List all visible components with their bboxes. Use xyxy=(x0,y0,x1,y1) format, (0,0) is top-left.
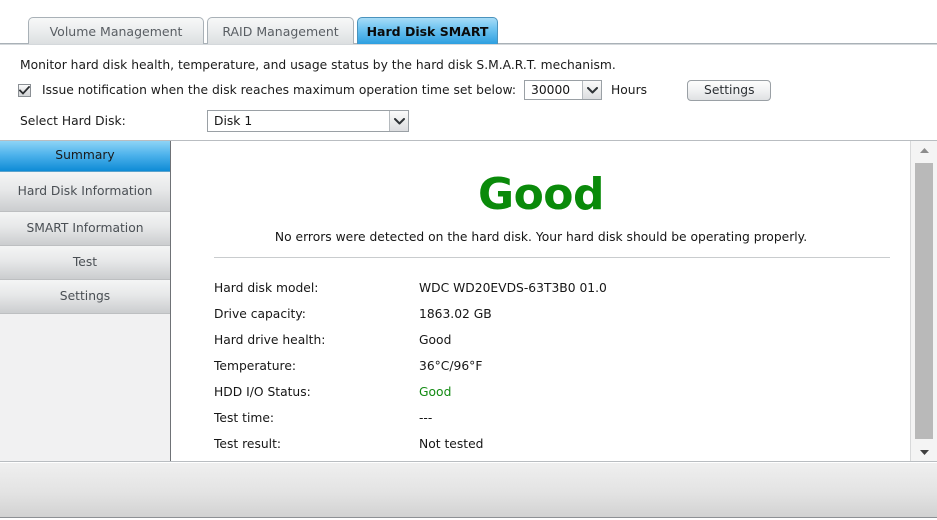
chevron-down-icon[interactable] xyxy=(389,111,408,131)
select-hard-disk-dropdown[interactable]: Disk 1 xyxy=(207,110,409,132)
max-operation-hours-select[interactable]: 30000 xyxy=(524,80,603,100)
table-row: Test result: Not tested xyxy=(214,431,607,457)
tab-label: Volume Management xyxy=(49,23,183,39)
tab-label: RAID Management xyxy=(222,23,339,39)
row-value: 36°C/96°F xyxy=(419,359,483,373)
sidebar-item-label: Hard Disk Information xyxy=(17,183,153,198)
table-row: Hard disk model: WDC WD20EVDS-63T3B0 01.… xyxy=(214,275,607,301)
scrollbar-track[interactable] xyxy=(911,159,937,443)
sidebar: Summary Hard Disk Information SMART Info… xyxy=(0,141,171,461)
chevron-down-icon[interactable] xyxy=(582,81,602,99)
table-row: Hard drive health: Good xyxy=(214,327,607,353)
sidebar-item-label: Summary xyxy=(55,148,115,163)
table-row: HDD I/O Status: Good xyxy=(214,379,607,405)
sidebar-item-test[interactable]: Test xyxy=(0,246,170,280)
footer-bar xyxy=(0,463,937,518)
triangle-up-icon xyxy=(919,143,930,157)
select-hard-disk-label: Select Hard Disk: xyxy=(20,114,126,128)
settings-button[interactable]: Settings xyxy=(687,79,772,101)
sidebar-item-summary[interactable]: Summary xyxy=(0,141,170,172)
vertical-scrollbar[interactable] xyxy=(910,141,937,461)
select-hard-disk-row: Select Hard Disk: Disk 1 xyxy=(20,110,409,132)
page-description: Monitor hard disk health, temperature, a… xyxy=(20,58,616,72)
row-value: --- xyxy=(419,411,433,425)
tab-hard-disk-smart[interactable]: Hard Disk SMART xyxy=(357,17,498,44)
tab-volume-management[interactable]: Volume Management xyxy=(28,17,204,44)
hours-unit-label: Hours xyxy=(611,83,648,97)
tab-raid-management[interactable]: RAID Management xyxy=(207,17,354,44)
sidebar-item-hard-disk-information[interactable]: Hard Disk Information xyxy=(0,172,170,212)
row-value: Good xyxy=(419,333,452,347)
max-operation-hours-value: 30000 xyxy=(531,83,571,97)
health-status-message: No errors were detected on the hard disk… xyxy=(274,230,808,244)
row-value: 1863.02 GB xyxy=(419,307,492,321)
scroll-up-button[interactable] xyxy=(911,141,937,159)
settings-button-label: Settings xyxy=(704,83,755,97)
main-panel: Summary Hard Disk Information SMART Info… xyxy=(0,140,937,462)
hard-disk-smart-page: Volume Management RAID Management Hard D… xyxy=(0,0,937,520)
row-label: Temperature: xyxy=(214,359,297,373)
check-icon xyxy=(19,85,30,95)
table-row: Drive capacity: 1863.02 GB xyxy=(214,301,607,327)
row-label: Hard disk model: xyxy=(214,281,319,295)
summary-content: Good No errors were detected on the hard… xyxy=(172,141,910,461)
scroll-down-button[interactable] xyxy=(911,443,937,461)
row-label: Test result: xyxy=(214,437,282,451)
notification-option-row: Issue notification when the disk reaches… xyxy=(18,79,772,101)
row-label: HDD I/O Status: xyxy=(214,385,311,399)
sidebar-item-settings[interactable]: Settings xyxy=(0,280,170,314)
scrollbar-thumb[interactable] xyxy=(915,163,933,439)
table-row: Temperature: 36°C/96°F xyxy=(214,353,607,379)
row-label: Hard drive health: xyxy=(214,333,326,347)
health-status-title: Good xyxy=(477,169,605,220)
row-label: Drive capacity: xyxy=(214,307,306,321)
sidebar-item-label: Settings xyxy=(59,288,111,303)
triangle-down-icon xyxy=(919,445,930,459)
row-value: WDC WD20EVDS-63T3B0 01.0 xyxy=(419,281,607,295)
row-value: Not tested xyxy=(419,437,484,451)
sidebar-item-smart-information[interactable]: SMART Information xyxy=(0,212,170,246)
sidebar-item-label: Test xyxy=(72,254,98,269)
row-value: Good xyxy=(419,385,452,399)
tab-label: Hard Disk SMART xyxy=(366,23,489,39)
table-row: Test time: --- xyxy=(214,405,607,431)
sidebar-item-label: SMART Information xyxy=(26,220,144,235)
tab-bar: Volume Management RAID Management Hard D… xyxy=(0,0,937,45)
issue-notification-checkbox[interactable] xyxy=(18,83,31,97)
select-hard-disk-value: Disk 1 xyxy=(214,114,253,128)
row-label: Test time: xyxy=(214,411,275,425)
summary-table: Hard disk model: WDC WD20EVDS-63T3B0 01.… xyxy=(214,275,607,457)
issue-notification-label: Issue notification when the disk reaches… xyxy=(42,83,517,97)
divider xyxy=(214,257,890,258)
